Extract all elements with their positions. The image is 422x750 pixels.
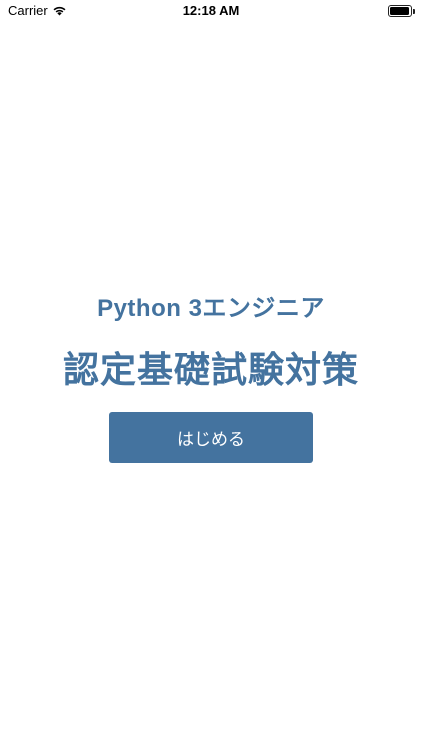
battery-icon (388, 5, 415, 17)
battery-fill (390, 7, 409, 15)
status-bar: Carrier 12:18 AM (0, 0, 422, 22)
status-time: 12:18 AM (182, 3, 240, 18)
app-title: 認定基礎試験対策 (62, 350, 359, 391)
start-button[interactable]: はじめる (109, 412, 313, 463)
battery-nub (413, 9, 415, 14)
app-headline: Python 3エンジニア (97, 295, 325, 322)
